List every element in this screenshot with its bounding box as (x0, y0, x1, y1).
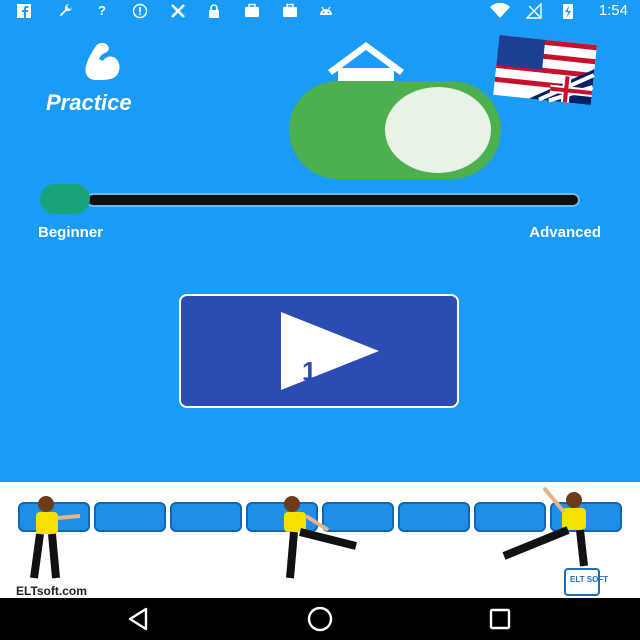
logo-text: ELT SOFT (570, 575, 609, 584)
play-icon (281, 312, 379, 390)
briefcase-icon (282, 3, 298, 19)
facebook-icon (16, 3, 32, 19)
person-figure (30, 496, 81, 579)
wrench-icon (58, 3, 74, 19)
brand-text: ELTsoft.com (16, 584, 87, 598)
nav-bar (0, 598, 640, 640)
main-screen: Practice Beginner Advanced 1 (0, 22, 640, 482)
lock-icon (206, 3, 222, 19)
home-circle-icon[interactable] (305, 604, 335, 634)
no-signal-icon (525, 2, 542, 19)
person-figure (502, 486, 588, 567)
practice-label: Practice (46, 90, 132, 115)
play-button[interactable] (179, 294, 459, 408)
mode-toggle[interactable] (289, 81, 501, 179)
status-time: 1:54 (598, 2, 628, 19)
android-icon (318, 3, 334, 19)
person-figure (284, 496, 357, 579)
banner-tile (398, 502, 470, 532)
question-icon: ? (98, 3, 106, 18)
briefcase-icon (244, 3, 260, 19)
language-flag-button[interactable] (492, 34, 598, 108)
level-slider[interactable] (40, 180, 580, 220)
recents-icon[interactable] (487, 606, 513, 632)
play-number: 1 (302, 356, 317, 386)
battery-charging-icon (560, 3, 576, 19)
flexed-arm-icon (85, 43, 120, 80)
back-icon[interactable] (126, 606, 152, 632)
slider-track[interactable] (88, 195, 578, 205)
banner-tile (170, 502, 242, 532)
info-icon (132, 3, 148, 19)
toggle-knob[interactable] (385, 87, 491, 173)
beginner-label: Beginner (38, 224, 104, 241)
banner-tile (94, 502, 166, 532)
status-bar: ? 1:54 (0, 0, 640, 22)
tools-icon (170, 3, 186, 19)
us-uk-flag-icon (493, 35, 597, 105)
footer-banner[interactable]: ELTsoft.com ELT SOFT (0, 482, 640, 598)
eltsoft-logo: ELT SOFT (564, 568, 608, 596)
advanced-label: Advanced (529, 224, 601, 241)
wifi-icon (490, 2, 510, 19)
practice-button[interactable]: Practice (40, 34, 170, 115)
slider-thumb[interactable] (40, 184, 90, 214)
